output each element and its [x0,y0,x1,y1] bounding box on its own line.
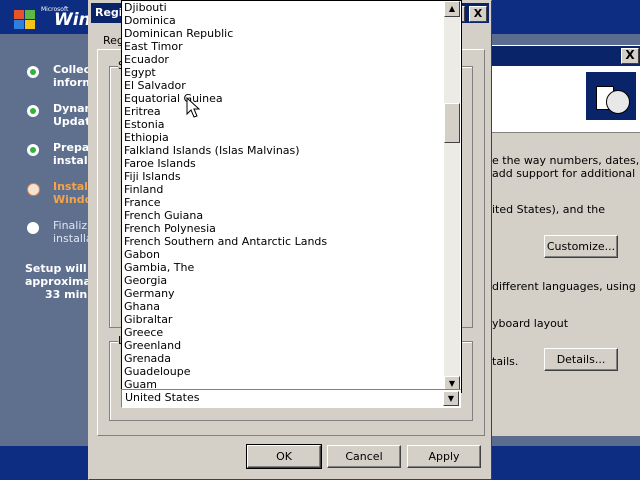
apply-button[interactable]: Apply [407,445,481,468]
location-selected-value: United States [125,391,200,404]
chevron-down-icon[interactable]: ▼ [443,391,459,406]
eta-line1: Setup will c [25,262,97,275]
list-item[interactable]: Eritrea [122,105,444,118]
scroll-thumb[interactable] [444,103,460,143]
step-complete-icon [27,105,39,117]
list-item[interactable]: Egypt [122,66,444,79]
list-item[interactable]: Guadeloupe [122,365,444,378]
list-item[interactable]: Ethiopia [122,131,444,144]
rear-text-line: add support for additional [492,167,636,180]
list-item[interactable]: French Southern and Antarctic Lands [122,235,444,248]
customize-button[interactable]: Customize... [544,235,618,258]
list-item[interactable]: Germany [122,287,444,300]
list-item[interactable]: Djibouti [122,1,444,14]
list-item[interactable]: Greece [122,326,444,339]
rear-text-line: different languages, using [492,280,636,293]
windows-flag-icon [14,10,36,30]
list-item[interactable]: Georgia [122,274,444,287]
list-scrollbar[interactable]: ▲ ▼ [444,1,460,392]
list-item[interactable]: El Salvador [122,79,444,92]
list-item[interactable]: Gambia, The [122,261,444,274]
country-list-items: Djibouti Dominica Dominican Republic East T… [122,1,444,391]
list-item[interactable]: Grenada [122,352,444,365]
details-button[interactable]: Details... [544,348,618,371]
ok-button[interactable]: OK [246,444,322,469]
list-item[interactable]: Estonia [122,118,444,131]
rear-text-line: ited States), and the [492,203,605,216]
step-label-line2: Windo [53,193,93,206]
regional-settings-icon [586,72,636,120]
list-item[interactable]: French Polynesia [122,222,444,235]
location-combobox[interactable]: United States ▼ [121,389,461,408]
list-item[interactable]: Dominica [122,14,444,27]
list-item[interactable]: Ecuador [122,53,444,66]
step-pending-icon [27,222,39,234]
list-item[interactable]: France [122,196,444,209]
step-label-line1: Install [53,180,92,193]
list-item[interactable]: Greenland [122,339,444,352]
eta-line2: approximat [25,275,97,288]
eta-line3: 33 minu [45,288,96,301]
rear-text-line: yboard layout [492,317,569,330]
country-dropdown-list[interactable]: Djibouti Dominica Dominican Republic East T… [121,0,462,393]
rear-window-header [492,66,640,133]
step-complete-icon [27,66,39,78]
list-item[interactable]: Fiji Islands [122,170,444,183]
list-item[interactable]: Gabon [122,248,444,261]
step-label-line1: Finalizi [53,219,91,232]
step-complete-icon [27,144,39,156]
rear-text-line: e the way numbers, dates, [492,154,640,167]
list-item[interactable]: Dominican Republic [122,27,444,40]
list-item[interactable]: French Guiana [122,209,444,222]
list-item[interactable]: Falkland Islands (Islas Malvinas) [122,144,444,157]
regional-options-window: X e the way numbers, dates, add support … [490,45,640,436]
scroll-up-icon[interactable]: ▲ [444,1,460,17]
list-item[interactable]: Equatorial Guinea [122,92,444,105]
rear-window-titlebar: X [492,46,640,66]
list-item[interactable]: East Timor [122,40,444,53]
list-item[interactable]: Faroe Islands [122,157,444,170]
cancel-button[interactable]: Cancel [327,445,401,468]
list-item[interactable]: Finland [122,183,444,196]
list-item[interactable]: Gibraltar [122,313,444,326]
close-icon[interactable]: X [621,48,639,64]
close-icon[interactable]: X [469,6,487,22]
list-item[interactable]: Ghana [122,300,444,313]
step-current-icon [27,183,40,196]
mouse-cursor-icon [186,97,201,118]
setup-time-remaining: Setup will c approximat 33 minu [25,262,97,301]
